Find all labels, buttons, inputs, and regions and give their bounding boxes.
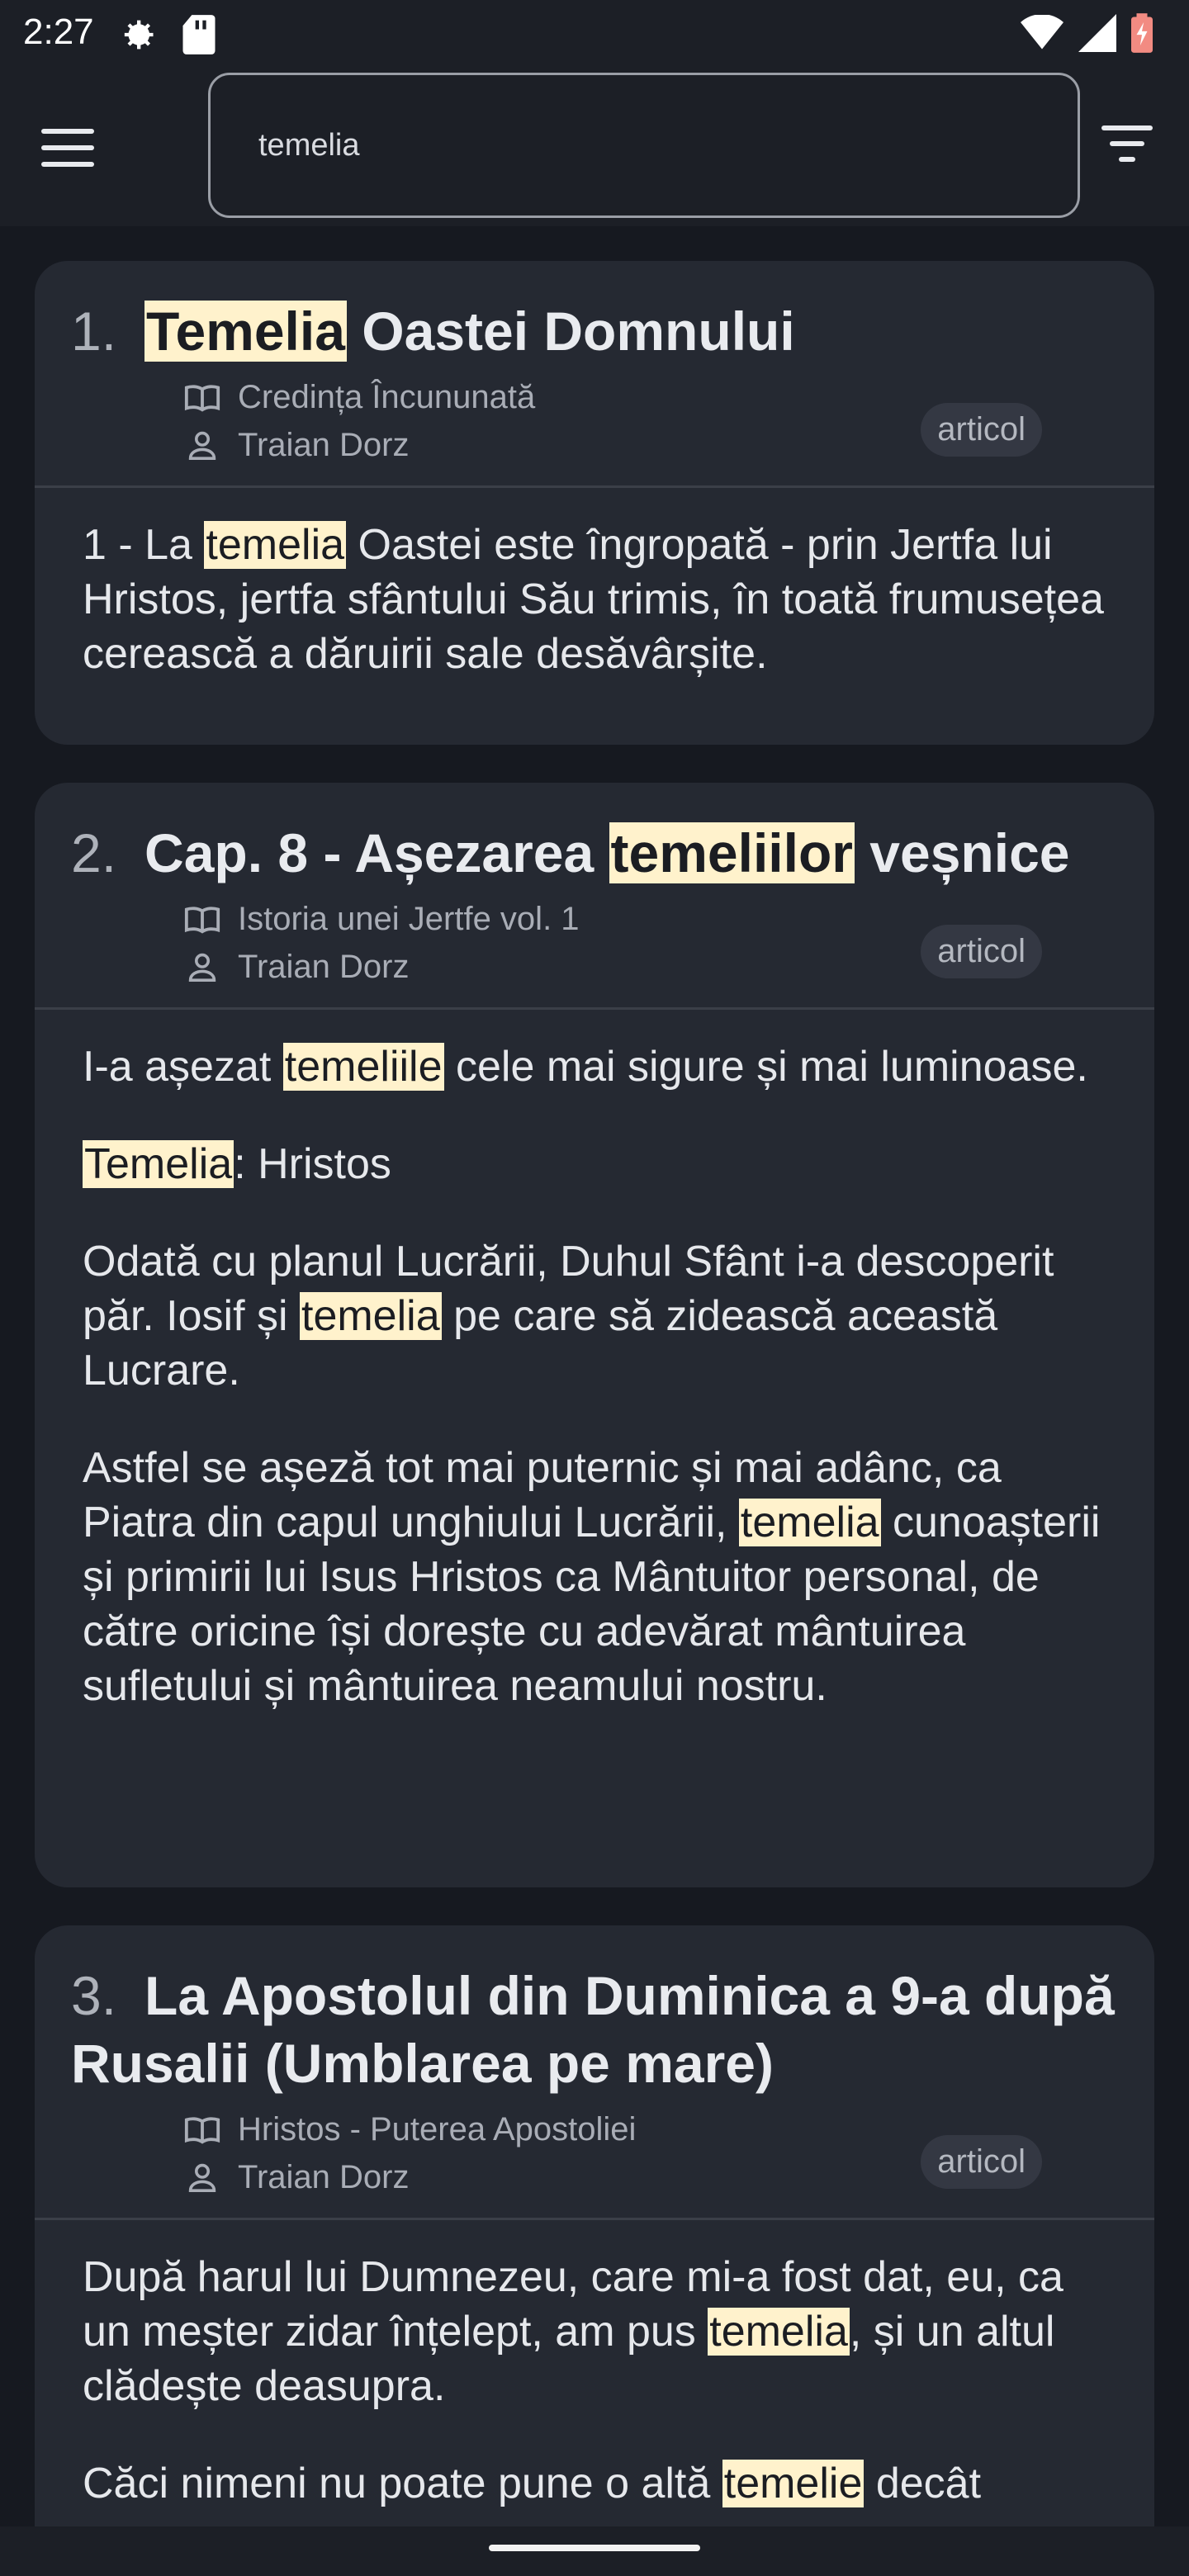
sd-card-icon	[182, 15, 216, 54]
result-card[interactable]: 2. Cap. 8 - Așezarea temeliilor veșnice I…	[35, 783, 1154, 1887]
snippet-paragraph: 1 - La temelia Oastei este îngropată - p…	[83, 521, 1104, 678]
result-snippet: După harul lui Dumnezeu, care mi-a fost …	[35, 2220, 1154, 2526]
battery-charging-icon	[1131, 13, 1153, 53]
type-chip: articol	[921, 2135, 1042, 2189]
type-chip: articol	[921, 403, 1042, 457]
search-field[interactable]	[208, 73, 1080, 218]
result-title: 3. La Apostolul din Duminica a 9-a după R…	[71, 1965, 1115, 2094]
type-chip: articol	[921, 925, 1042, 978]
person-icon	[188, 431, 216, 460]
menu-icon[interactable]	[41, 129, 94, 167]
snippet-paragraph: După harul lui Dumnezeu, care mi-a fost …	[83, 2253, 1063, 2410]
snippet-paragraph: Căci nimeni nu poate pune o altă temelie…	[83, 2460, 982, 2507]
snippet-paragraph: Astfel se așeză tot mai puternic și mai …	[83, 1444, 1101, 1710]
settings-notification-icon	[124, 20, 154, 50]
person-icon	[188, 953, 216, 982]
search-input[interactable]	[257, 126, 1003, 164]
snippet-paragraph: Odată cu planul Lucrării, Duhul Sfânt i-…	[83, 1238, 1054, 1395]
snippet-paragraph: I-a așezat temeliile cele mai sigure și …	[83, 1043, 1088, 1091]
result-snippet: I-a așezat temeliile cele mai sigure și …	[35, 1010, 1154, 1763]
book-open-icon	[184, 2117, 220, 2144]
book-open-icon	[184, 385, 220, 412]
status-time: 2:27	[23, 12, 94, 52]
status-bar: 2:27	[0, 0, 1189, 69]
gesture-handle[interactable]	[489, 2545, 700, 2551]
result-title: 1. Temelia Oastei Domnului	[71, 301, 795, 362]
results-list: 1. Temelia Oastei Domnului Credința Încun…	[0, 226, 1189, 2526]
result-title: 2. Cap. 8 - Așezarea temeliilor veșnice	[71, 822, 1070, 883]
wifi-icon	[1021, 15, 1063, 50]
result-card[interactable]: 1. Temelia Oastei Domnului Credința Încun…	[35, 261, 1154, 745]
result-card[interactable]: 3. La Apostolul din Duminica a 9-a după R…	[35, 1925, 1154, 2526]
result-snippet: 1 - La temelia Oastei este îngropată - p…	[35, 488, 1154, 731]
cell-signal-icon	[1078, 14, 1116, 52]
snippet-paragraph: Temelia: Hristos	[83, 1140, 391, 1188]
app-bar	[0, 69, 1189, 226]
book-open-icon	[184, 907, 220, 934]
person-icon	[188, 2163, 216, 2192]
filter-icon[interactable]	[1098, 125, 1156, 175]
navigation-bar	[0, 2526, 1189, 2576]
